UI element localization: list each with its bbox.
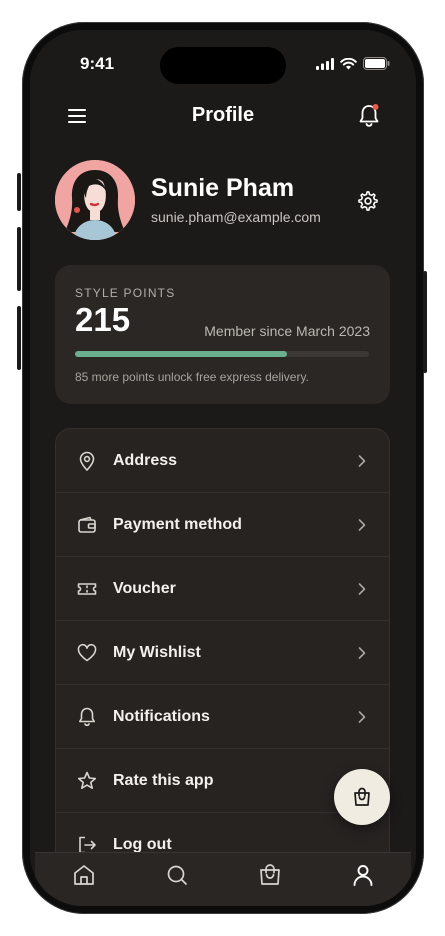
tab-search[interactable]	[164, 862, 190, 888]
member-since: Member since March 2023	[204, 323, 370, 339]
search-icon	[167, 865, 187, 885]
cellular-signal-icon	[316, 57, 334, 70]
status-icons	[316, 57, 390, 70]
volume-down-button	[17, 306, 21, 370]
points-progress-bar	[75, 351, 369, 357]
menu-item-label: Voucher	[113, 580, 176, 597]
settings-button[interactable]	[357, 190, 379, 212]
notification-dot	[372, 104, 379, 110]
profile-email: sunie.pham@example.com	[151, 209, 321, 225]
chevron-right-icon	[358, 647, 366, 659]
silent-switch	[17, 173, 21, 211]
bottom-tab-bar	[35, 852, 411, 906]
bell-icon	[79, 707, 95, 727]
battery-icon	[363, 57, 390, 70]
shopping-bag-icon	[260, 864, 280, 885]
user-icon	[353, 865, 373, 886]
chevron-right-icon	[358, 519, 366, 531]
shopping-bag-icon	[354, 787, 370, 806]
menu-item-label: Notifications	[113, 708, 210, 725]
ticket-icon	[77, 583, 97, 595]
app-header: Profile	[30, 100, 416, 134]
points-progress-fill	[75, 351, 287, 357]
app-screen: 9:41 Profile Sunie Pham sunie.pham@examp…	[30, 30, 416, 906]
tab-profile[interactable]	[350, 862, 376, 888]
wifi-icon	[340, 57, 357, 69]
tab-cart[interactable]	[257, 862, 283, 888]
bell-icon	[359, 104, 379, 127]
style-points-card: STYLE POINTS 215 Member since March 2023…	[55, 265, 390, 404]
menu-item-notifications[interactable]: Notifications	[56, 685, 389, 749]
chevron-right-icon	[358, 455, 366, 467]
menu-item-wishlist[interactable]: My Wishlist	[56, 621, 389, 685]
gear-icon	[358, 191, 378, 211]
menu-item-label: My Wishlist	[113, 644, 201, 661]
points-note: 85 more points unlock free express deliv…	[75, 370, 309, 384]
tab-home[interactable]	[71, 862, 97, 888]
profile-name: Sunie Pham	[151, 174, 295, 202]
star-icon	[77, 771, 97, 789]
menu-item-payment-method[interactable]: Payment method	[56, 493, 389, 557]
menu-item-voucher[interactable]: Voucher	[56, 557, 389, 621]
wallet-icon	[78, 516, 96, 533]
menu-item-label: Payment method	[113, 516, 242, 533]
power-button	[423, 271, 427, 373]
status-bar: 9:41	[30, 30, 416, 90]
avatar-illustration	[55, 160, 135, 240]
menu-item-label: Address	[113, 452, 178, 469]
menu-item-address[interactable]: Address	[56, 429, 389, 493]
volume-up-button	[17, 227, 21, 291]
avatar[interactable]	[55, 160, 135, 240]
dynamic-island	[160, 47, 286, 84]
menu-list: Address Payment method Voucher My Wishli…	[55, 428, 390, 888]
menu-item-label: Rate this app	[113, 772, 214, 789]
home-icon	[74, 865, 94, 885]
notifications-button[interactable]	[357, 103, 381, 129]
chevron-right-icon	[358, 711, 366, 723]
status-time: 9:41	[80, 54, 115, 73]
points-label: STYLE POINTS	[75, 286, 176, 300]
location-pin-icon	[79, 451, 95, 471]
cart-fab-button[interactable]	[334, 769, 390, 825]
chevron-right-icon	[358, 583, 366, 595]
points-value: 215	[75, 301, 131, 338]
heart-icon	[77, 643, 97, 662]
profile-section: Sunie Pham sunie.pham@example.com	[55, 160, 395, 242]
